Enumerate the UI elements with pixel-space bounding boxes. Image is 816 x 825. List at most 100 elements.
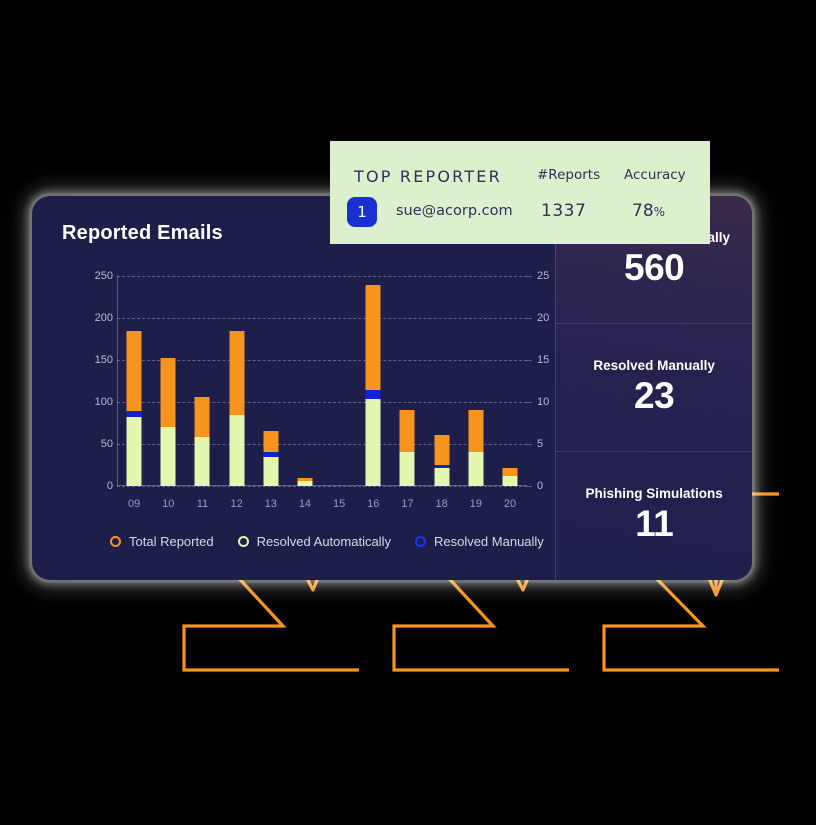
stacked-bar[interactable]	[399, 409, 415, 486]
accuracy-unit: %	[653, 205, 666, 219]
accuracy-value: 78	[632, 201, 654, 221]
bar-segment-auto	[126, 417, 142, 486]
y-axis-left-tick: 50	[100, 438, 113, 450]
reporter-accuracy: 78%	[632, 201, 665, 221]
y-axis-right-tickmark	[527, 318, 532, 319]
x-axis-tick: 17	[401, 498, 414, 510]
bar-column[interactable]: 19	[459, 276, 493, 510]
column-header-accuracy: Accuracy	[624, 167, 686, 183]
legend-item[interactable]: Total Reported	[110, 534, 214, 549]
bar-column[interactable]: 20	[493, 276, 527, 510]
bar-segment-auto	[263, 456, 279, 486]
x-axis-tick: 11	[196, 498, 209, 510]
x-axis-tick: 20	[503, 498, 517, 510]
stacked-bar[interactable]	[229, 331, 245, 486]
bar-segment-total	[263, 430, 279, 453]
x-axis-tick: 18	[435, 498, 448, 510]
legend-marker-icon	[237, 536, 249, 547]
column-header-reports: #Reports	[537, 167, 601, 183]
bar-segment-auto	[160, 427, 176, 486]
legend-item[interactable]: Resolved Manually	[414, 534, 544, 549]
dashboard-card: Reported Emails 0 50 100 150 200 250 0 5 10 15 20…	[32, 196, 752, 580]
top-reporter-title: TOP REPORTER	[354, 167, 502, 186]
bar-segment-total	[502, 468, 518, 476]
bar-column[interactable]: 10	[151, 276, 185, 510]
y-axis-left-tick: 150	[94, 354, 113, 366]
gridline	[117, 486, 527, 487]
reporter-report-count: 1337	[541, 201, 587, 221]
stacked-bar[interactable]	[160, 358, 176, 486]
stacked-bar[interactable]	[365, 285, 381, 486]
top-reporter-panel: TOP REPORTER #Reports Accuracy 1 sue@aco…	[330, 141, 710, 244]
stacked-bar[interactable]	[297, 478, 313, 486]
x-axis-tick: 09	[127, 498, 141, 510]
bar-column[interactable]: 16	[356, 276, 390, 510]
stacked-bar[interactable]	[194, 396, 210, 486]
bar-segment-total	[434, 434, 450, 466]
rank-badge: 1	[347, 197, 377, 227]
chart-legend: Total Reported Resolved Automatically Reso…	[110, 534, 544, 549]
legend-label: Total Reported	[129, 534, 214, 549]
y-axis-right-tickmark	[527, 402, 532, 403]
bar-segment-auto	[297, 480, 313, 486]
stats-panel: Resolved Automatically560Resolved Manual…	[555, 196, 752, 580]
y-axis-left-tick: 100	[94, 396, 113, 408]
y-axis-left-tick: 0	[106, 480, 113, 492]
bar-segment-auto	[194, 437, 210, 486]
reporter-email[interactable]: sue@acorp.com	[396, 203, 513, 219]
x-axis-tick: 12	[230, 498, 243, 510]
bar-column[interactable]: 14	[288, 276, 322, 510]
y-axis-right-tickmark	[527, 360, 532, 361]
page-title: Reported Emails	[62, 222, 223, 244]
stat-tile[interactable]: Resolved Manually 23	[556, 324, 752, 452]
bar-segment-manual	[365, 390, 381, 400]
bar-chart: 0 50 100 150 200 250 0 5 10 15 20 25 09 10 11 12 13 14 1…	[95, 270, 550, 510]
stacked-bar[interactable]	[468, 409, 484, 486]
stacked-bar[interactable]	[434, 434, 450, 486]
screenshot-root: Reported Emails 0 50 100 150 200 250 0 5 10 15 20…	[0, 0, 816, 825]
bar-segment-total	[468, 409, 484, 453]
bar-series-group: 09 10 11 12 13 14 15 16 17 18 19 20	[117, 276, 527, 510]
bar-segment-total	[160, 358, 176, 428]
bar-segment-auto	[399, 451, 415, 486]
bar-segment-auto	[468, 452, 484, 486]
x-axis-tick: 16	[367, 498, 380, 510]
legend-item[interactable]: Resolved Automatically	[237, 534, 391, 549]
bar-segment-total	[194, 396, 210, 438]
x-axis-tick: 19	[469, 498, 482, 510]
legend-label: Resolved Manually	[433, 534, 544, 549]
stacked-bar[interactable]	[263, 430, 279, 486]
bar-segment-auto	[434, 468, 450, 486]
bar-segment-total	[365, 285, 381, 391]
bar-column[interactable]: 11	[185, 276, 219, 510]
y-axis-right-tickmark	[527, 486, 532, 487]
bar-segment-auto	[365, 399, 381, 486]
stat-tile[interactable]: Phishing Simulations 11	[556, 452, 752, 580]
bar-column[interactable]: 13	[254, 276, 288, 510]
stacked-bar[interactable]	[126, 331, 142, 486]
stat-value: 560	[624, 246, 685, 288]
stat-value: 23	[634, 374, 675, 416]
bar-segment-auto	[502, 475, 518, 486]
chart-panel: Reported Emails 0 50 100 150 200 250 0 5 10 15 20…	[32, 196, 555, 580]
x-axis-tick: 13	[264, 498, 277, 510]
bar-segment-total	[229, 331, 245, 415]
y-axis-left-tick: 200	[94, 312, 113, 324]
legend-label: Resolved Automatically	[256, 534, 391, 549]
legend-marker-icon	[414, 536, 426, 547]
bar-column[interactable]: 09	[117, 276, 151, 510]
stacked-bar[interactable]	[502, 468, 518, 486]
bar-column[interactable]: 12	[220, 276, 254, 510]
bar-segment-total	[126, 331, 142, 412]
x-axis-tick: 15	[332, 498, 346, 510]
bar-column[interactable]: 15	[322, 276, 356, 510]
stat-label: Phishing Simulations	[585, 486, 723, 502]
legend-marker-icon	[110, 536, 121, 547]
x-axis-tick: 14	[298, 498, 312, 510]
bar-column[interactable]: 17	[390, 276, 424, 510]
bar-segment-total	[399, 409, 415, 452]
bar-column[interactable]: 18	[425, 276, 459, 510]
y-axis-right-tickmark	[527, 444, 532, 445]
stat-value: 11	[635, 503, 674, 545]
y-axis-right-tickmark	[527, 276, 532, 277]
